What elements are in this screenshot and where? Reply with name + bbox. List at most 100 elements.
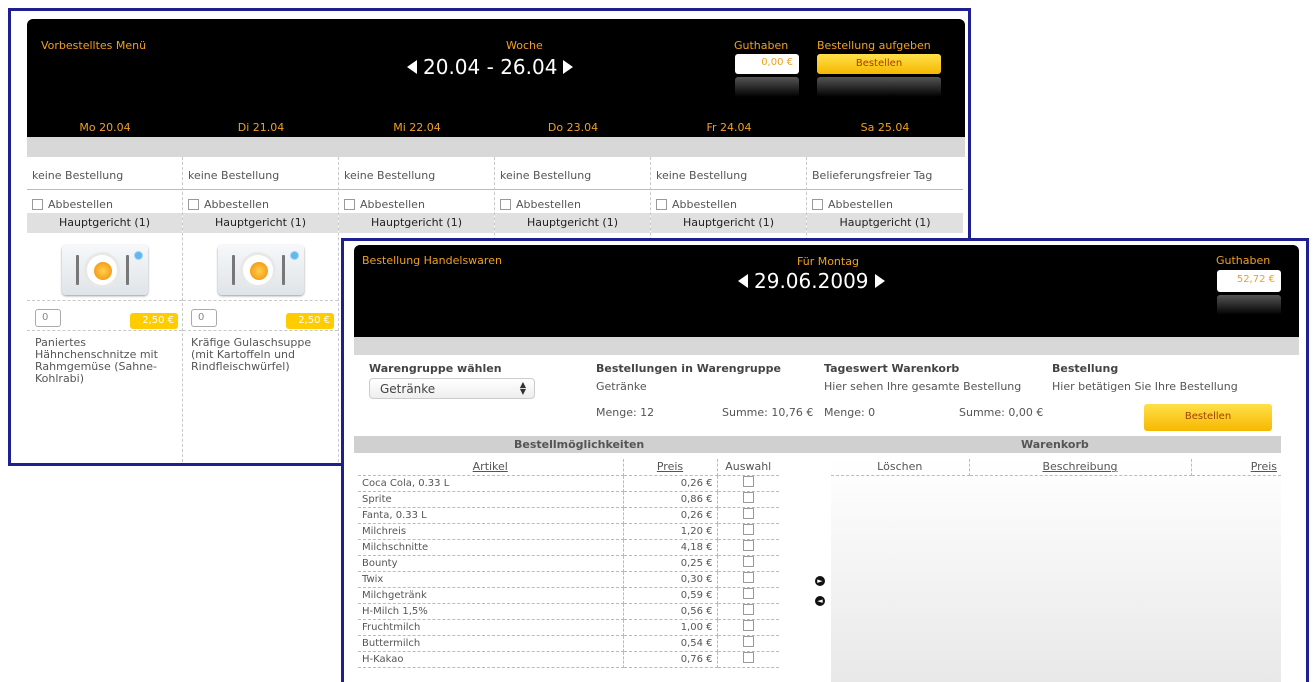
orders-quantity: Menge: 12	[596, 406, 655, 419]
meal-image	[183, 233, 338, 301]
article-name: Milchgetränk	[358, 587, 624, 604]
order-date: 29.06.2009	[754, 269, 869, 293]
col-description-header[interactable]: Beschreibung	[969, 459, 1192, 476]
article-price: 0,86 €	[623, 491, 718, 508]
week-range: 20.04 - 26.04	[423, 55, 558, 79]
prev-day-icon[interactable]	[738, 274, 748, 288]
cart-heading: Tageswert Warenkorb	[824, 362, 960, 375]
cancel-checkbox[interactable]	[344, 198, 355, 210]
col-price-header[interactable]: Preis	[623, 459, 718, 476]
select-checkbox[interactable]	[742, 524, 754, 535]
day-column: keine Bestellung Abbestellen Hauptgerich…	[27, 157, 183, 463]
select-checkbox[interactable]	[742, 556, 754, 567]
category-label: Hauptgericht (1)	[651, 213, 806, 233]
goods-divider	[354, 337, 1299, 355]
select-checkbox[interactable]	[742, 604, 754, 615]
add-to-cart-icon[interactable]: ►	[815, 576, 825, 586]
day-header[interactable]: Di 21.04	[183, 121, 339, 134]
remove-from-cart-icon[interactable]: ◄	[815, 596, 825, 606]
select-checkbox[interactable]	[742, 540, 754, 551]
next-day-icon[interactable]	[874, 274, 885, 288]
table-row: H-Kakao 0,76 €	[358, 651, 779, 668]
price-badge: 2,50 €	[286, 313, 334, 329]
cancel-option[interactable]: Abbestellen	[495, 190, 650, 213]
day-headers: Mo 20.04 Di 21.04 Mi 22.04 Do 23.04 Fr 2…	[27, 121, 965, 134]
group-heading: Warengruppe wählen	[369, 362, 502, 375]
article-name: H-Milch 1,5%	[358, 603, 624, 620]
day-column: keine Bestellung Abbestellen Hauptgerich…	[183, 157, 339, 463]
select-checkbox[interactable]	[742, 492, 754, 503]
cancel-label: Abbestellen	[48, 197, 113, 211]
balance-reflection	[735, 77, 799, 97]
article-name: Milchschnitte	[358, 539, 624, 556]
table-row: Milchreis 1,20 €	[358, 523, 779, 540]
for-day-label: Für Montag	[797, 255, 859, 268]
group-select[interactable]: Getränke ▲ ▼	[369, 378, 535, 399]
next-week-icon[interactable]	[563, 60, 574, 74]
table-row: Sprite 0,86 €	[358, 491, 779, 508]
col-price-header[interactable]: Preis	[1191, 459, 1281, 476]
article-price: 1,20 €	[623, 523, 718, 540]
cancel-checkbox[interactable]	[32, 198, 43, 210]
tables-header-bar: Bestellmöglichkeiten Warenkorb	[354, 436, 1281, 453]
order-status: Belieferungsfreier Tag	[807, 157, 963, 190]
order-reflection	[817, 77, 941, 97]
balance-label: Guthaben	[1216, 254, 1271, 267]
article-price: 0,54 €	[623, 635, 718, 652]
day-header[interactable]: Mi 22.04	[339, 121, 495, 134]
orders-heading: Bestellungen in Warengruppe	[596, 362, 781, 375]
category-label: Hauptgericht (1)	[807, 213, 963, 233]
cancel-option[interactable]: Abbestellen	[27, 190, 182, 213]
cart-sum: Summe: 0,00 €	[959, 406, 1044, 419]
place-order-button[interactable]: Bestellen	[1144, 404, 1272, 431]
cancel-label: Abbestellen	[672, 197, 737, 211]
table-row: Fanta, 0.33 L 0,26 €	[358, 507, 779, 524]
day-header[interactable]: Mo 20.04	[27, 121, 183, 134]
order-status: keine Bestellung	[27, 157, 182, 190]
order-status: keine Bestellung	[339, 157, 494, 190]
day-header[interactable]: Sa 25.04	[807, 121, 963, 134]
orders-group: Getränke	[596, 380, 647, 393]
cancel-option[interactable]: Abbestellen	[807, 190, 963, 213]
prev-week-icon[interactable]	[407, 60, 417, 74]
article-price: 4,18 €	[623, 539, 718, 556]
col-article-header[interactable]: Artikel	[358, 459, 624, 476]
col-select-header: Auswahl	[717, 459, 779, 476]
select-checkbox[interactable]	[742, 476, 754, 487]
select-checkbox[interactable]	[742, 652, 754, 663]
quantity-input[interactable]: 0	[191, 309, 217, 327]
weekly-divider	[27, 137, 965, 157]
category-label: Hauptgericht (1)	[183, 213, 338, 233]
cart-text: Hier sehen Ihre gesamte Bestellung	[824, 380, 1022, 393]
day-header[interactable]: Fr 24.04	[651, 121, 807, 134]
order-status: keine Bestellung	[183, 157, 338, 190]
cancel-checkbox[interactable]	[656, 198, 667, 210]
select-arrows-icon: ▲ ▼	[519, 380, 526, 396]
select-checkbox[interactable]	[742, 572, 754, 583]
select-checkbox[interactable]	[742, 636, 754, 647]
meal-image	[27, 233, 182, 301]
day-header[interactable]: Do 23.04	[495, 121, 651, 134]
cancel-checkbox[interactable]	[500, 198, 511, 210]
cancel-checkbox[interactable]	[812, 198, 823, 210]
select-checkbox[interactable]	[742, 620, 754, 631]
goods-order-window: Bestellung Handelswaren Für Montag 29.06…	[341, 238, 1309, 682]
meal-order-row: 0 2,50 €	[183, 301, 338, 331]
goods-title: Bestellung Handelswaren	[362, 254, 502, 267]
table-row: Milchschnitte 4,18 €	[358, 539, 779, 556]
order-heading: Bestellung	[1052, 362, 1119, 375]
goods-header: Bestellung Handelswaren Für Montag 29.06…	[354, 245, 1299, 337]
cancel-option[interactable]: Abbestellen	[651, 190, 806, 213]
order-button[interactable]: Bestellen	[817, 54, 941, 74]
cancel-option[interactable]: Abbestellen	[339, 190, 494, 213]
cart-area	[831, 459, 1281, 682]
group-selected: Getränke	[380, 382, 436, 396]
article-price: 0,26 €	[623, 507, 718, 524]
select-checkbox[interactable]	[742, 508, 754, 519]
cancel-option[interactable]: Abbestellen	[183, 190, 338, 213]
article-name: H-Kakao	[358, 651, 624, 668]
select-checkbox[interactable]	[742, 588, 754, 599]
quantity-input[interactable]: 0	[35, 309, 61, 327]
table-row: Bounty 0,25 €	[358, 555, 779, 572]
cancel-checkbox[interactable]	[188, 198, 199, 210]
